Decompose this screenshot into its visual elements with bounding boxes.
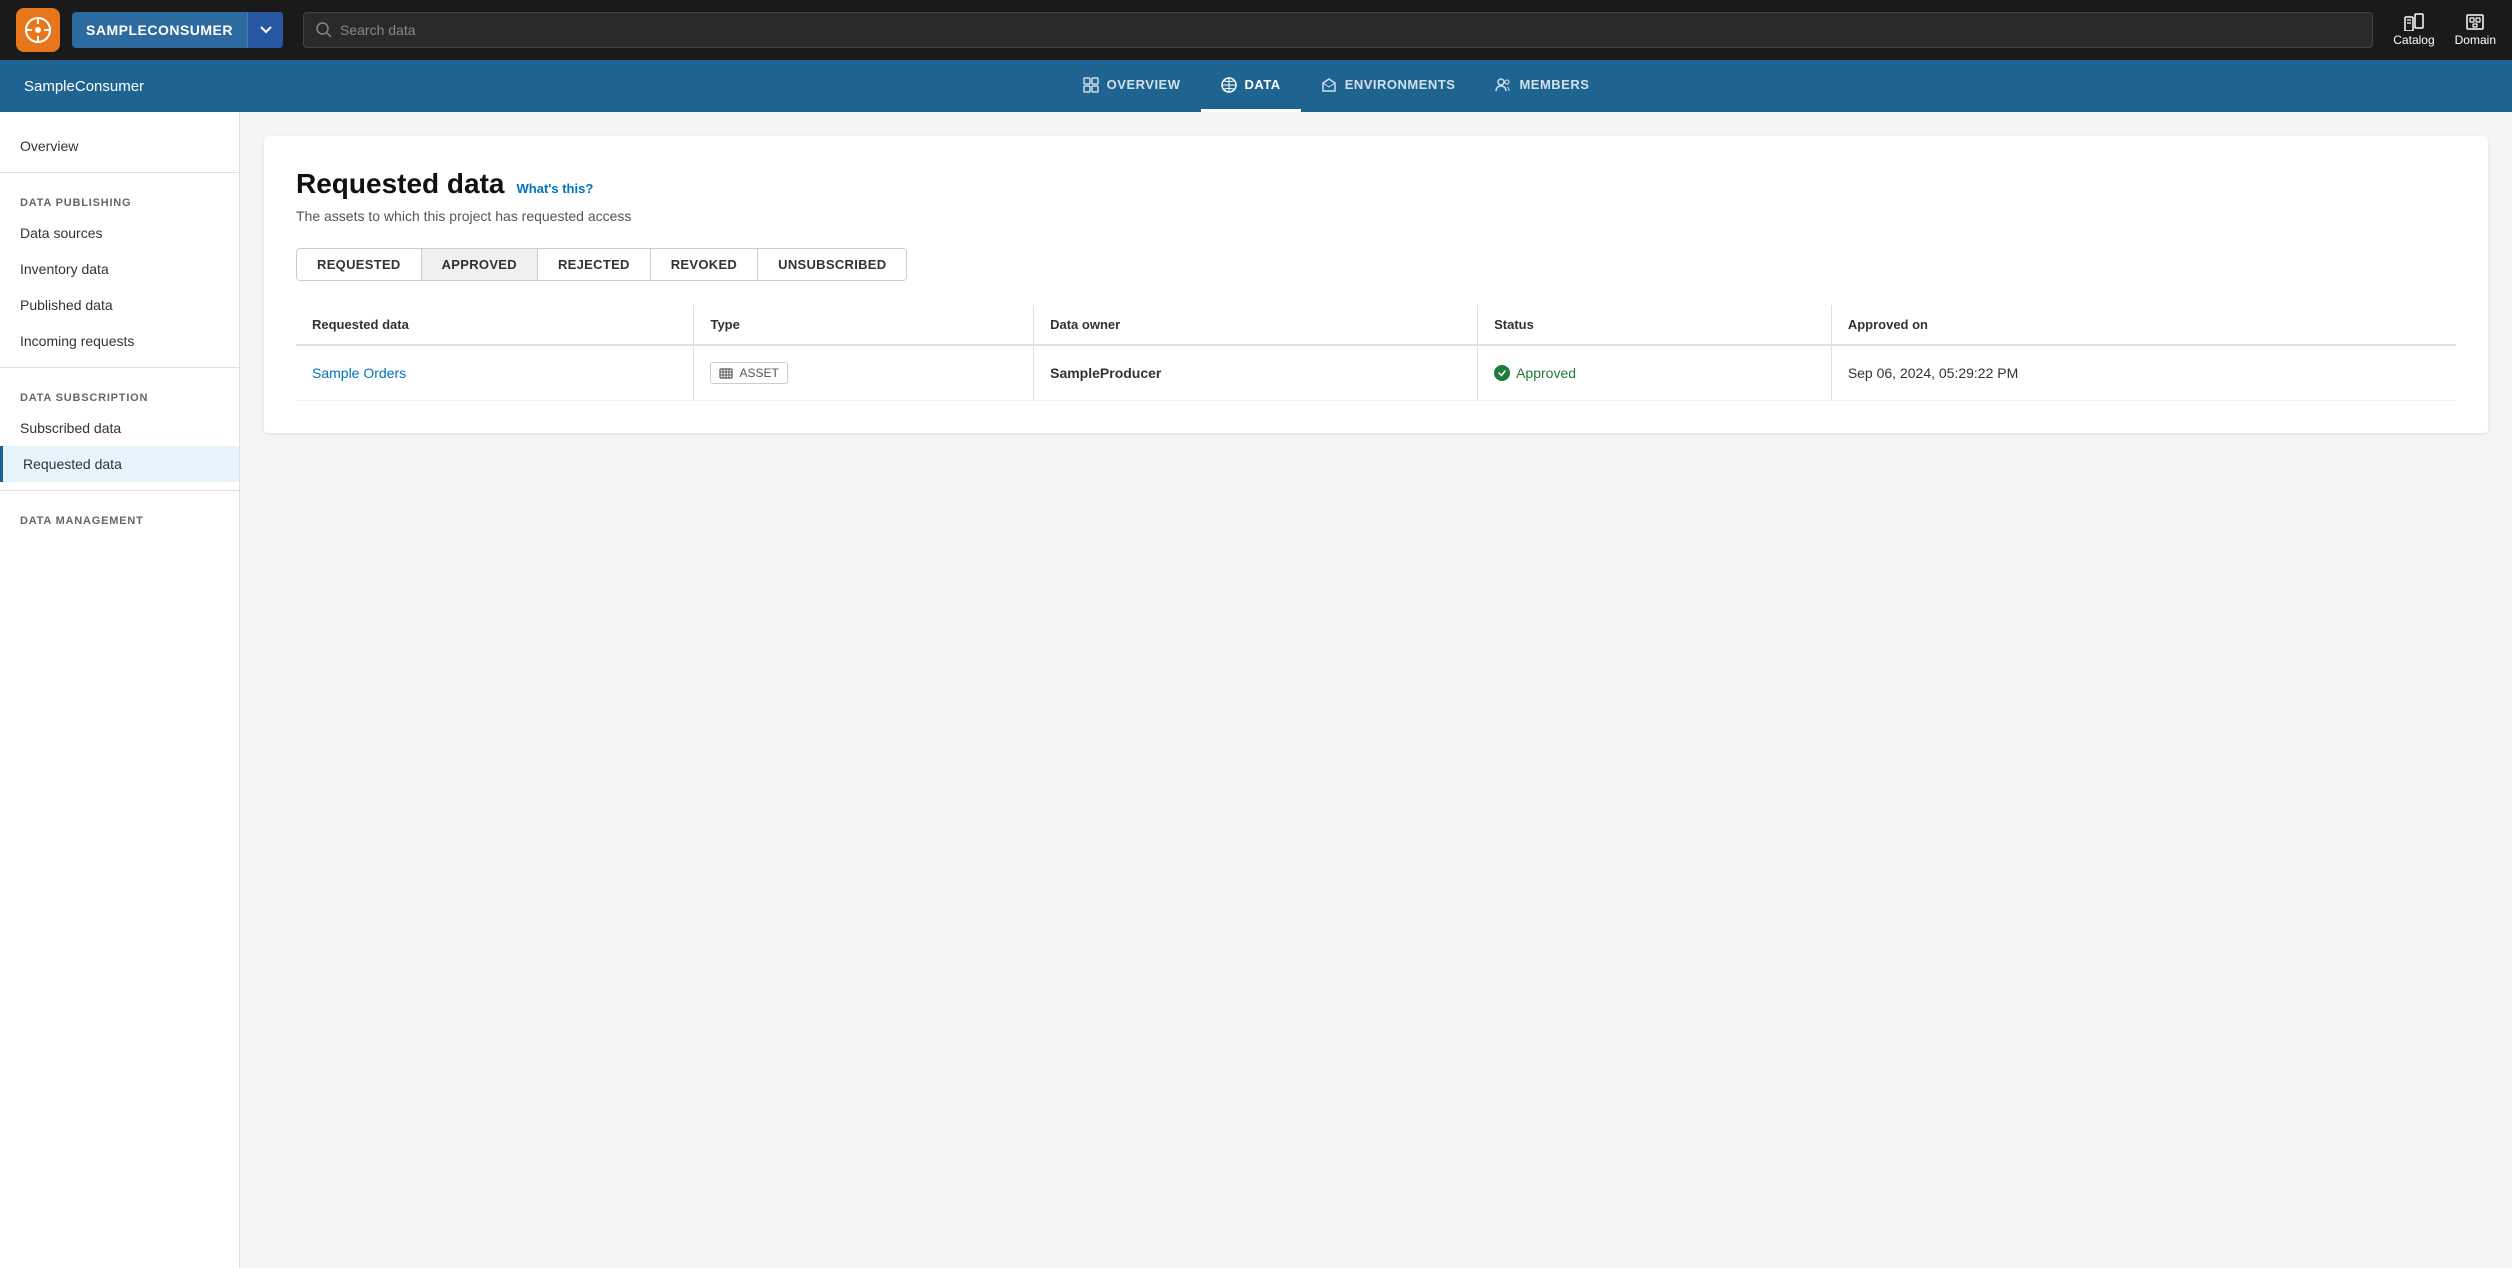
- whats-this-link[interactable]: What's this?: [517, 181, 594, 196]
- filter-tab-approved[interactable]: APPROVED: [422, 249, 538, 280]
- filter-tab-rejected[interactable]: REJECTED: [538, 249, 651, 280]
- sample-orders-link[interactable]: Sample Orders: [312, 365, 406, 381]
- sidebar-item-incoming-requests[interactable]: Incoming requests: [0, 323, 239, 359]
- tab-members-label: MEMBERS: [1519, 77, 1589, 92]
- page-subtitle: The assets to which this project has req…: [296, 208, 2456, 224]
- overview-icon: [1083, 77, 1099, 93]
- status-label: Approved: [1516, 365, 1576, 381]
- sidebar-item-requested-data[interactable]: Requested data: [0, 446, 239, 482]
- tab-overview[interactable]: OVERVIEW: [1063, 60, 1201, 112]
- cell-approved-on: Sep 06, 2024, 05:29:22 PM: [1831, 345, 2456, 401]
- tab-environments[interactable]: ENVIRONMENTS: [1301, 60, 1476, 112]
- catalog-label: Catalog: [2393, 33, 2434, 47]
- logo-icon: [16, 8, 60, 52]
- col-header-type: Type: [694, 305, 1034, 345]
- sidebar-section-subscription: DATA SUBSCRIPTION: [0, 376, 239, 410]
- tab-environments-label: ENVIRONMENTS: [1345, 77, 1456, 92]
- sidebar-section-publishing: DATA PUBLISHING: [0, 181, 239, 215]
- filter-tab-revoked[interactable]: REVOKED: [651, 249, 758, 280]
- table-row: Sample Orders: [296, 345, 2456, 401]
- cell-type: ASSET: [694, 345, 1034, 401]
- content-card: Requested data What's this? The assets t…: [264, 136, 2488, 433]
- filter-tabs: REQUESTED APPROVED REJECTED REVOKED UNSU…: [296, 248, 907, 281]
- domain-nav-button[interactable]: Domain: [2455, 13, 2496, 47]
- tab-members[interactable]: MEMBERS: [1475, 60, 1609, 112]
- col-header-data-owner: Data owner: [1034, 305, 1478, 345]
- tab-data[interactable]: DATA: [1201, 60, 1301, 112]
- catalog-icon: [2404, 13, 2424, 31]
- sidebar-divider-3: [0, 490, 239, 491]
- workspace-selector[interactable]: SAMPLECONSUMER: [72, 12, 283, 48]
- domain-label: Domain: [2455, 33, 2496, 47]
- data-owner-value: SampleProducer: [1050, 365, 1161, 381]
- asset-type-label: ASSET: [739, 366, 778, 380]
- members-icon: [1495, 77, 1511, 93]
- tab-data-label: DATA: [1245, 77, 1281, 92]
- sidebar: Overview DATA PUBLISHING Data sources In…: [0, 112, 240, 1268]
- workspace-name: SAMPLECONSUMER: [72, 22, 247, 38]
- tab-overview-label: OVERVIEW: [1107, 77, 1181, 92]
- catalog-nav-button[interactable]: Catalog: [2393, 13, 2434, 47]
- environments-icon: [1321, 77, 1337, 93]
- sidebar-section-management: DATA MANAGEMENT: [0, 499, 239, 533]
- top-nav-actions: Catalog Domain: [2393, 13, 2496, 47]
- sidebar-item-data-sources[interactable]: Data sources: [0, 215, 239, 251]
- data-icon: [1221, 77, 1237, 93]
- page-title: Requested data: [296, 168, 505, 200]
- col-header-requested-data: Requested data: [296, 305, 694, 345]
- col-header-approved-on: Approved on: [1831, 305, 2456, 345]
- filter-tab-requested[interactable]: REQUESTED: [297, 249, 422, 280]
- status-approved: Approved: [1494, 365, 1815, 381]
- cell-data-owner: SampleProducer: [1034, 345, 1478, 401]
- main-content: Requested data What's this? The assets t…: [240, 112, 2512, 1268]
- approved-icon: [1497, 368, 1507, 378]
- cell-status: Approved: [1478, 345, 1832, 401]
- asset-badge: ASSET: [710, 362, 787, 384]
- project-title: SampleConsumer: [24, 78, 144, 95]
- col-header-status: Status: [1478, 305, 1832, 345]
- project-nav: SampleConsumer OVERVIEW DATA: [0, 60, 2512, 112]
- asset-icon: [719, 366, 733, 380]
- domain-icon: [2465, 13, 2485, 31]
- project-tabs: OVERVIEW DATA ENVIRONMENTS: [1063, 60, 1610, 112]
- search-icon: [316, 22, 332, 38]
- sidebar-item-overview[interactable]: Overview: [0, 128, 239, 164]
- sidebar-divider-2: [0, 367, 239, 368]
- sidebar-item-subscribed-data[interactable]: Subscribed data: [0, 410, 239, 446]
- top-nav: SAMPLECONSUMER Catalog: [0, 0, 2512, 60]
- layout: Overview DATA PUBLISHING Data sources In…: [0, 112, 2512, 1268]
- page-header: Requested data What's this?: [296, 168, 2456, 200]
- workspace-dropdown-button[interactable]: [247, 12, 283, 48]
- cell-requested-data: Sample Orders: [296, 345, 694, 401]
- search-bar[interactable]: [303, 12, 2373, 48]
- sidebar-divider-1: [0, 172, 239, 173]
- filter-tab-unsubscribed[interactable]: UNSUBSCRIBED: [758, 249, 906, 280]
- approved-on-value: Sep 06, 2024, 05:29:22 PM: [1848, 365, 2018, 381]
- search-input[interactable]: [340, 22, 2360, 38]
- sidebar-item-inventory-data[interactable]: Inventory data: [0, 251, 239, 287]
- status-dot: [1494, 365, 1510, 381]
- data-table: Requested data Type Data owner Status Ap…: [296, 305, 2456, 401]
- sidebar-item-published-data[interactable]: Published data: [0, 287, 239, 323]
